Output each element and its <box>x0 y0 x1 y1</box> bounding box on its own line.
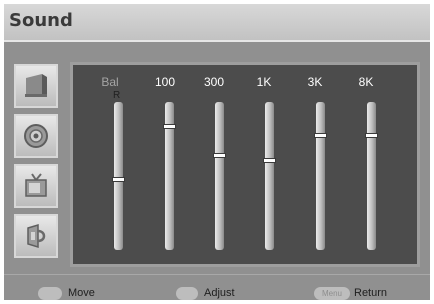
menu-sidebar <box>14 64 58 264</box>
band-slider-300[interactable] <box>215 102 224 250</box>
band-label-3k: 3K <box>307 75 323 89</box>
sound-menu-screen: Sound Bal R 100 300 1K 3K 8K Move Adjust… <box>4 4 430 300</box>
menu-item-picture[interactable] <box>14 64 58 108</box>
balance-slider-knob[interactable] <box>112 176 125 182</box>
band-label-100: 100 <box>154 75 176 89</box>
menu-item-sound[interactable] <box>14 114 58 158</box>
band-slider-knob-300[interactable] <box>213 153 226 159</box>
band-slider-3k[interactable] <box>316 102 325 250</box>
setup-icon <box>27 223 46 249</box>
tv-channel-icon <box>25 173 47 197</box>
menu-item-tv[interactable] <box>14 164 58 208</box>
move-key-icon <box>38 287 62 300</box>
adjust-key-icon <box>176 287 198 300</box>
band-slider-knob-3k[interactable] <box>314 132 327 138</box>
page-title: Sound <box>9 10 73 31</box>
band-label-8k: 8K <box>358 75 374 89</box>
footer-divider <box>4 274 430 275</box>
band-slider-1k[interactable] <box>265 102 274 250</box>
balance-label: Bal <box>101 75 119 89</box>
hint-return-label: Return <box>354 287 388 299</box>
menu-key-icon: Menu <box>314 287 350 300</box>
band-slider-8k[interactable] <box>367 102 376 250</box>
hint-move-label: Move <box>68 287 95 299</box>
band-slider-knob-8k[interactable] <box>365 132 378 138</box>
band-slider-knob-1k[interactable] <box>263 157 276 163</box>
band-label-1k: 1K <box>256 75 272 89</box>
menu-item-setup[interactable] <box>14 214 58 258</box>
equalizer-panel: Bal R L 100 300 1K 3K 8K <box>70 62 420 267</box>
band-label-300: 300 <box>203 75 225 89</box>
sound-icon <box>24 124 48 148</box>
picture-icon <box>25 74 47 97</box>
title-bar: Sound <box>4 4 430 42</box>
hint-adjust-label: Adjust <box>204 287 235 299</box>
balance-right-label: R <box>113 90 121 101</box>
band-slider-knob-100[interactable] <box>163 123 176 129</box>
